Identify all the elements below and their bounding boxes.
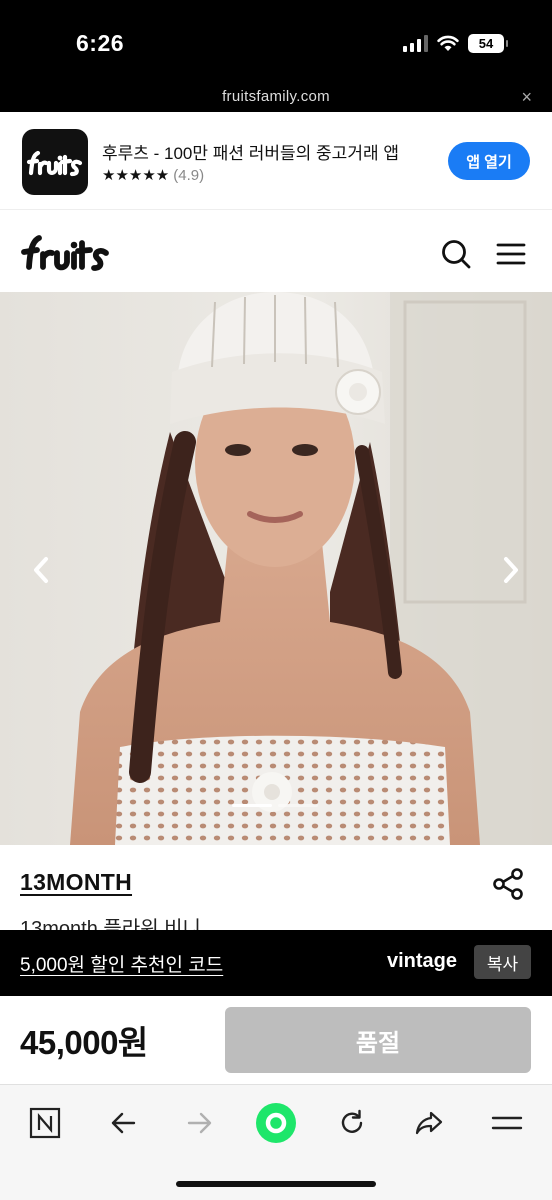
share-button[interactable]	[490, 866, 526, 902]
copy-code-button[interactable]: 복사	[474, 945, 531, 979]
price-bar: 45,000원 품절	[0, 996, 552, 1084]
fruits-logo-icon	[21, 235, 109, 271]
naver-home-button[interactable]	[25, 1103, 65, 1143]
browser-toolbar	[0, 1084, 552, 1200]
share-icon	[493, 868, 523, 900]
wifi-icon	[437, 35, 459, 51]
app-rating: ★★★★★ (4.9)	[102, 166, 204, 184]
fruits-logo-icon	[26, 150, 83, 177]
menu-button[interactable]	[494, 237, 528, 271]
close-icon[interactable]: ×	[521, 87, 532, 108]
promo-code: vintage	[387, 950, 458, 972]
referral-promo-bar: 5,000원 할인 추천인 코드 vintage 복사	[0, 930, 552, 996]
url-bar[interactable]: fruitsfamily.com ×	[0, 84, 552, 112]
chevron-right-icon	[504, 557, 518, 583]
rating-value: (4.9)	[173, 167, 205, 184]
cellular-signal-icon	[403, 35, 428, 52]
site-header	[0, 210, 552, 292]
forward-button[interactable]	[180, 1103, 220, 1143]
sold-out-button[interactable]: 품절	[225, 1007, 531, 1073]
site-logo[interactable]	[20, 228, 112, 279]
green-dot-icon	[256, 1103, 296, 1143]
carousel-indicator	[232, 804, 318, 807]
app-icon[interactable]	[22, 129, 88, 195]
back-button[interactable]	[103, 1103, 143, 1143]
prev-slide-button[interactable]	[26, 550, 56, 590]
menu-lines-icon	[491, 1116, 523, 1130]
browser-menu-button[interactable]	[487, 1103, 527, 1143]
promo-text-link[interactable]: 5,000원 할인 추천인 코드	[20, 950, 223, 977]
app-title: 후루츠 - 100만 패션 러버들의 중고거래 앱	[102, 144, 399, 163]
product-photo	[0, 292, 552, 845]
url-text[interactable]: fruitsfamily.com	[0, 88, 552, 105]
search-button[interactable]	[438, 236, 474, 272]
battery-icon: 54	[468, 34, 508, 53]
product-brand-link[interactable]: 13MONTH	[20, 869, 132, 896]
share-icon	[415, 1111, 443, 1135]
search-icon	[442, 240, 471, 269]
menu-icon	[496, 243, 526, 265]
product-image-carousel[interactable]	[0, 292, 552, 845]
reload-icon	[341, 1109, 363, 1133]
product-name: 13month 플라워 비니	[20, 918, 201, 930]
carousel-dot[interactable]	[232, 804, 272, 807]
green-dot-button[interactable]	[254, 1101, 298, 1145]
carousel-dot[interactable]	[278, 804, 318, 807]
status-icons: 54	[403, 34, 508, 53]
rating-stars: ★★★★★	[102, 167, 170, 184]
app-install-banner: 후루츠 - 100만 패션 러버들의 중고거래 앱 ★★★★★ (4.9) 앱 열…	[0, 112, 552, 210]
forward-arrow-icon	[187, 1112, 212, 1134]
home-indicator[interactable]	[176, 1181, 376, 1187]
open-app-button[interactable]: 앱 열기	[448, 142, 530, 180]
share-page-button[interactable]	[409, 1103, 449, 1143]
status-bar: 6:26 54	[0, 0, 552, 84]
next-slide-button[interactable]	[496, 550, 526, 590]
product-price: 45,000원	[20, 1024, 148, 1061]
chevron-left-icon	[34, 557, 48, 583]
back-arrow-icon	[111, 1112, 136, 1134]
status-time: 6:26	[76, 30, 125, 56]
naver-n-icon	[29, 1107, 61, 1139]
reload-button[interactable]	[332, 1103, 372, 1143]
